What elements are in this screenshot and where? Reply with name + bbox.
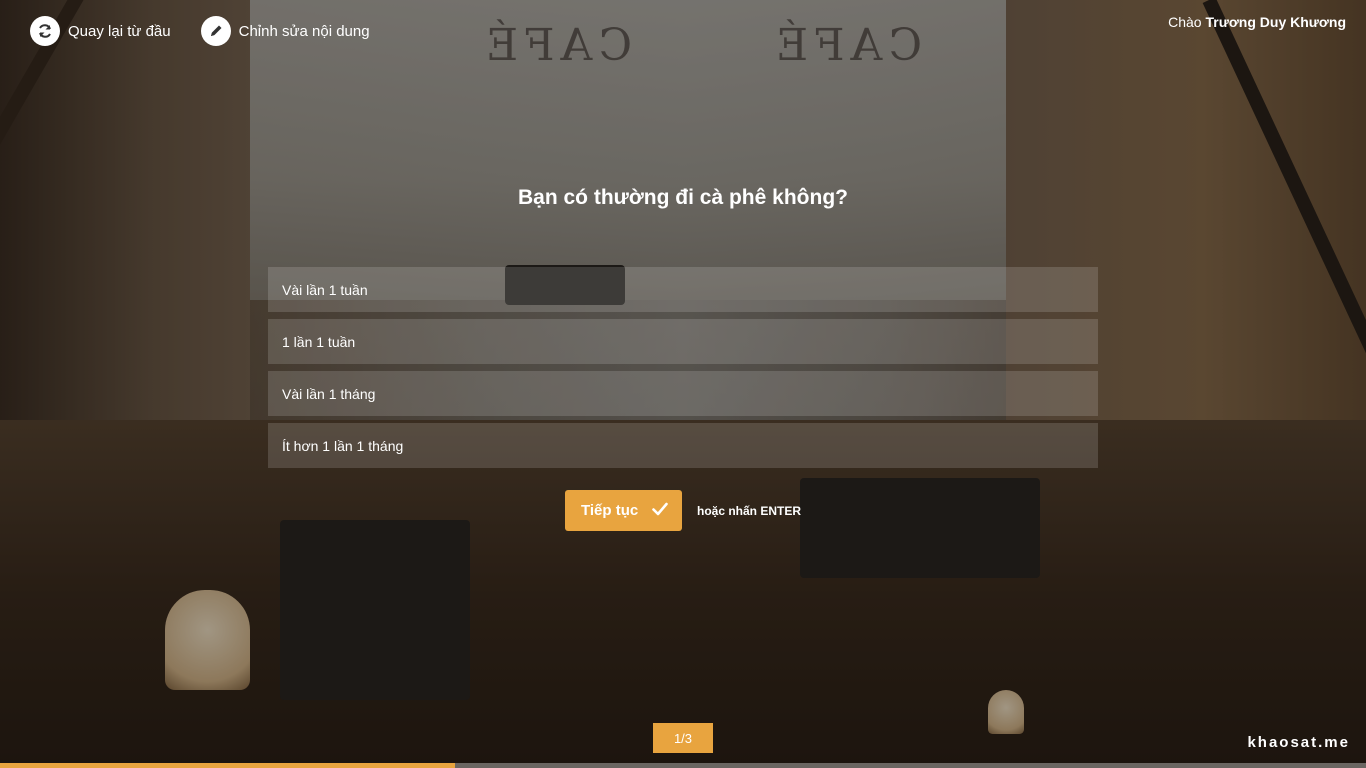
top-toolbar: Quay lại từ đầu Chỉnh sửa nội dung [30, 16, 370, 46]
page-indicator: 1/3 [653, 723, 713, 753]
check-icon [652, 502, 668, 520]
option-item[interactable]: Vài lần 1 tuần [268, 267, 1098, 312]
progress-bar [0, 763, 1366, 768]
user-name: Trương Duy Khương [1205, 14, 1346, 30]
progress-fill [0, 763, 455, 768]
option-item[interactable]: Ít hơn 1 lần 1 tháng [268, 423, 1098, 468]
option-label: Vài lần 1 tuần [282, 281, 368, 298]
option-item[interactable]: Vài lần 1 tháng [268, 371, 1098, 416]
option-item[interactable]: 1 lần 1 tuần [268, 319, 1098, 364]
edit-content-button[interactable]: Chỉnh sửa nội dung [200, 16, 370, 46]
continue-button[interactable]: Tiếp tục [565, 490, 682, 531]
brand-logo: khaosat.me [1247, 734, 1350, 751]
answer-options: Vài lần 1 tuần 1 lần 1 tuần Vài lần 1 th… [268, 267, 1098, 475]
option-label: Ít hơn 1 lần 1 tháng [282, 437, 404, 454]
pencil-icon [200, 16, 231, 46]
question-title: Bạn có thường đi cà phê không? [518, 186, 848, 209]
greeting-prefix: Chào [1168, 14, 1202, 30]
question-actions: Tiếp tục hoặc nhấn ENTER [565, 490, 801, 531]
user-greeting: Chào Trương Duy Khương [1168, 14, 1346, 30]
refresh-icon [30, 16, 60, 46]
enter-hint: hoặc nhấn ENTER [697, 503, 802, 518]
continue-label: Tiếp tục [581, 502, 639, 519]
restart-label: Quay lại từ đầu [68, 22, 171, 40]
restart-button[interactable]: Quay lại từ đầu [30, 16, 171, 46]
edit-content-label: Chỉnh sửa nội dung [238, 22, 370, 40]
option-label: Vài lần 1 tháng [282, 385, 376, 402]
option-label: 1 lần 1 tuần [282, 333, 356, 350]
